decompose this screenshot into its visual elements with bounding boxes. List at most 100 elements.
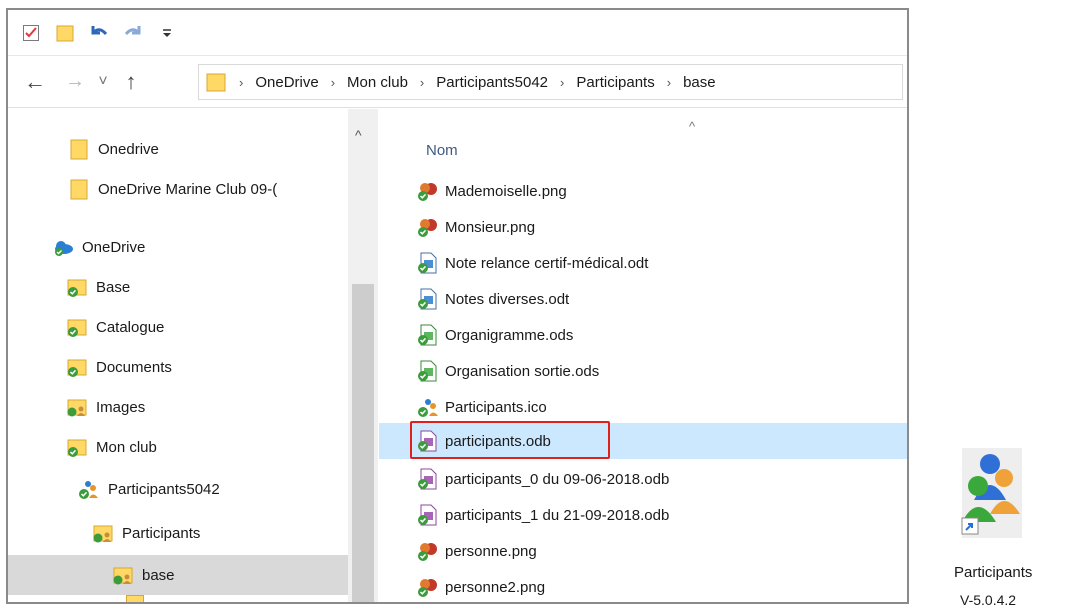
file-name: Organisation sortie.ods [445, 362, 600, 380]
forward-button[interactable]: → [62, 69, 88, 95]
back-button[interactable]: ← [22, 69, 48, 95]
file-row[interactable]: personne.png [379, 533, 907, 569]
file-row[interactable]: Monsieur.png [379, 209, 907, 245]
file-row[interactable]: Notes diverses.odt [379, 281, 907, 317]
folder-icon [206, 73, 226, 92]
synced-folder-icon [67, 319, 87, 337]
png-file-icon [418, 183, 437, 201]
participants-folder-icon [79, 481, 98, 499]
breadcrumb-separator: › [560, 74, 565, 90]
breadcrumb-item-mon-club[interactable]: Mon club [347, 74, 408, 91]
nav-pane-scrollbar[interactable]: ^ [348, 109, 378, 602]
nav-item-base-selected[interactable]: base [8, 555, 348, 595]
synced-folder-icon [67, 279, 87, 297]
breadcrumb-item-base[interactable]: base [683, 74, 716, 91]
ico-file-icon [418, 399, 438, 417]
breadcrumb-item-onedrive[interactable]: OneDrive [255, 74, 318, 91]
shared-folder-icon [93, 525, 113, 543]
navigation-bar: ← → ˅ ↑ › OneDrive › Mon club › Particip… [8, 56, 907, 108]
nav-item-label: Mon club [96, 438, 157, 456]
back-arrow-icon: ← [24, 68, 46, 94]
nav-item-label: Participants [122, 524, 201, 542]
file-row[interactable]: Organigramme.ods [379, 317, 907, 353]
nav-item-label: Catalogue [96, 318, 165, 336]
breadcrumb-separator: › [666, 74, 672, 90]
file-name: personne2.png [445, 578, 546, 596]
file-row[interactable]: Note relance certif-médical.odt [379, 245, 907, 281]
file-name: personne.png [445, 542, 537, 560]
file-row[interactable]: Participants.ico [379, 389, 907, 425]
png-file-icon [418, 219, 437, 237]
desktop-shortcut-participants[interactable]: Participants V-5.0.4.2 [948, 448, 1068, 612]
new-folder-icon[interactable] [54, 22, 76, 44]
up-button[interactable]: ↑ [118, 69, 144, 95]
participants-app-icon [961, 448, 1022, 538]
file-row[interactable]: participants_1 du 21-09-2018.odb [379, 497, 907, 533]
synced-folder-icon [67, 439, 87, 457]
address-bar[interactable]: › OneDrive › Mon club › Participants5042… [198, 64, 903, 100]
nav-item-participants5042[interactable]: Participants5042 [8, 469, 348, 509]
file-row[interactable]: Mademoiselle.png [379, 173, 907, 209]
breadcrumb-separator: › [419, 74, 425, 90]
redo-icon[interactable] [122, 22, 144, 44]
nav-item-label: Onedrive [98, 140, 159, 158]
nav-item-base-folder[interactable]: Base [8, 267, 348, 307]
file-explorer-window: ← → ˅ ↑ › OneDrive › Mon club › Particip… [6, 8, 909, 604]
chevron-down-icon: ˅ [98, 72, 108, 90]
nav-item-label: Images [96, 398, 146, 416]
synced-folder-icon [67, 359, 87, 377]
scrollbar-thumb[interactable] [352, 284, 374, 602]
breadcrumb-item-participants[interactable]: Participants [576, 74, 654, 91]
navigation-pane: Onedrive OneDrive Marine Club 09-( OneDr… [8, 109, 378, 602]
odt-file-icon [418, 252, 437, 274]
folder-icon [70, 139, 88, 160]
file-name: participants.odb [445, 432, 551, 450]
shortcut-label: Participants [954, 564, 1033, 581]
customize-dropdown-icon[interactable] [156, 22, 178, 44]
breadcrumb-separator: › [330, 74, 336, 90]
undo-icon[interactable] [88, 22, 110, 44]
nav-item-onedrive-marine-club[interactable]: OneDrive Marine Club 09-( [8, 169, 348, 209]
nav-item-label: base [142, 566, 175, 584]
breadcrumb-separator: › [239, 74, 244, 90]
breadcrumb: › OneDrive › Mon club › Participants5042… [227, 74, 716, 91]
file-row[interactable]: personne2.png [379, 569, 907, 602]
nav-item-label: Documents [96, 358, 172, 376]
onedrive-cloud-icon [55, 241, 73, 256]
folder-icon [70, 179, 88, 200]
file-list: ^ Nom Mademoiselle.png Monsieur.png Note… [379, 109, 907, 602]
nav-item-documents[interactable]: Documents [8, 347, 348, 387]
file-row-selected[interactable]: participants.odb [379, 423, 907, 459]
ods-file-icon [418, 324, 437, 346]
up-arrow-icon: ↑ [125, 68, 137, 94]
properties-icon[interactable] [20, 22, 42, 44]
quick-access-toolbar [8, 10, 907, 56]
nav-item-label: OneDrive Marine Club 09-( [98, 180, 278, 198]
file-row[interactable]: Organisation sortie.ods [379, 353, 907, 389]
nav-item-onedrive-quick[interactable]: Onedrive [8, 129, 348, 169]
odb-file-icon [418, 430, 437, 452]
folder-partial-icon [126, 595, 144, 602]
scroll-up-icon[interactable]: ^ [355, 127, 362, 143]
shortcut-version: V-5.0.4.2 [960, 592, 1017, 608]
shared-folder-icon [113, 567, 133, 585]
sort-indicator-icon: ^ [689, 119, 696, 134]
file-name: Note relance certif-médical.odt [445, 254, 649, 272]
column-header-name[interactable]: Nom [426, 142, 458, 159]
nav-item-label: Participants5042 [108, 480, 220, 498]
recent-locations-button[interactable]: ˅ [94, 69, 112, 95]
nav-item-mon-club[interactable]: Mon club [8, 427, 348, 467]
file-name: Monsieur.png [445, 218, 536, 236]
nav-item-participants[interactable]: Participants [8, 513, 348, 553]
nav-item-images[interactable]: Images [8, 387, 348, 427]
shared-folder-icon [67, 399, 87, 417]
file-name: participants_1 du 21-09-2018.odb [445, 506, 670, 524]
nav-item-onedrive[interactable]: OneDrive [8, 227, 348, 267]
png-file-icon [418, 579, 437, 597]
file-name: Participants.ico [445, 398, 547, 416]
nav-item-label: OneDrive [82, 238, 146, 256]
file-name: Notes diverses.odt [445, 290, 570, 308]
breadcrumb-item-participants5042[interactable]: Participants5042 [436, 74, 548, 91]
file-row[interactable]: participants_0 du 09-06-2018.odb [379, 461, 907, 497]
nav-item-catalogue[interactable]: Catalogue [8, 307, 348, 347]
